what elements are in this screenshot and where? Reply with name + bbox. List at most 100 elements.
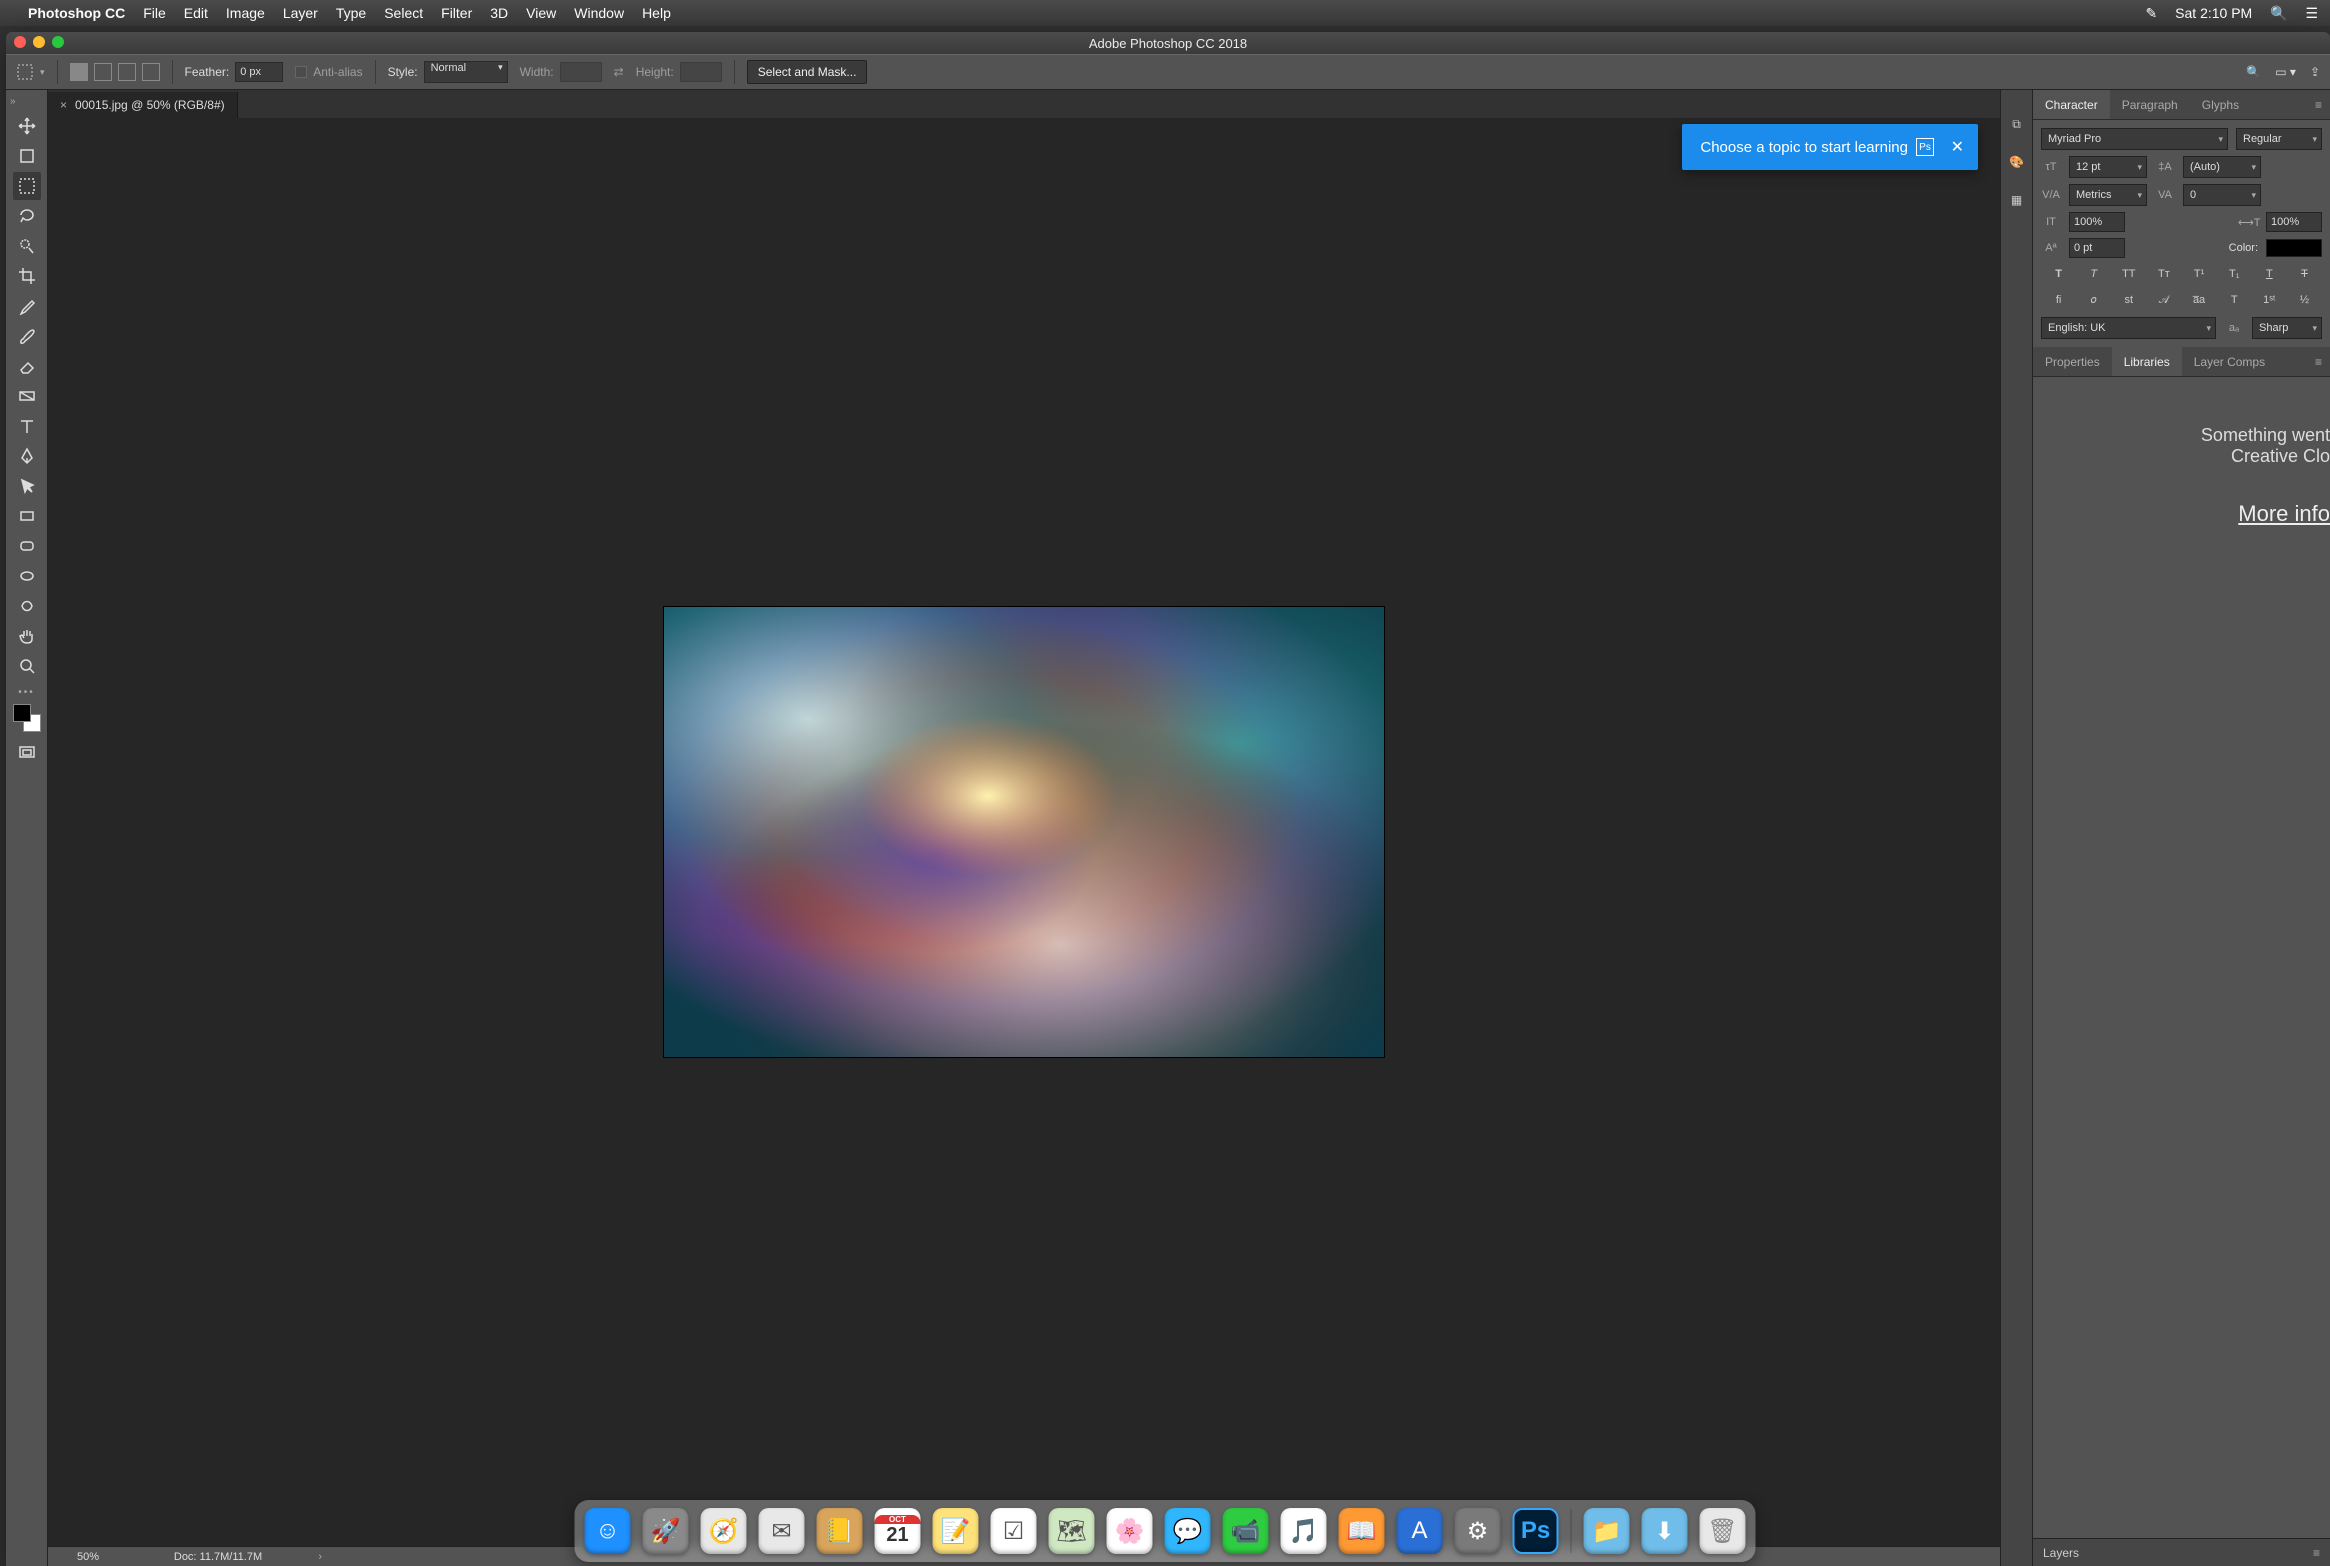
screen-mode-tool[interactable] bbox=[13, 738, 41, 766]
quick-select-tool[interactable] bbox=[13, 232, 41, 260]
dock-safari[interactable]: 🧭 bbox=[701, 1508, 747, 1554]
font-family-select[interactable]: Myriad Pro▾ bbox=[2041, 128, 2228, 150]
font-style-select[interactable]: Regular▾ bbox=[2236, 128, 2322, 150]
bold-button[interactable]: T bbox=[2049, 268, 2069, 280]
underline-button[interactable]: T bbox=[2259, 268, 2279, 280]
style-select[interactable]: Normal▾ bbox=[424, 61, 508, 83]
gradient-tool[interactable] bbox=[13, 382, 41, 410]
tab-libraries[interactable]: Libraries bbox=[2112, 347, 2182, 376]
dock-apps-folder[interactable]: 📁 bbox=[1584, 1508, 1630, 1554]
color-panel-icon[interactable]: 🎨 bbox=[2007, 152, 2027, 172]
eraser-tool[interactable] bbox=[13, 352, 41, 380]
dock-finder[interactable]: ☺ bbox=[585, 1508, 631, 1554]
tab-properties[interactable]: Properties bbox=[2033, 347, 2112, 376]
text-color-swatch[interactable] bbox=[2266, 239, 2322, 257]
marquee-tool[interactable] bbox=[13, 172, 41, 200]
ordinals-button[interactable]: 1ˢᵗ bbox=[2259, 294, 2279, 307]
dock-reminders[interactable]: ☑ bbox=[991, 1508, 1037, 1554]
panel-menu-icon[interactable]: ≡ bbox=[2307, 98, 2330, 112]
dock-maps[interactable]: 🗺 bbox=[1049, 1508, 1095, 1554]
stylistic-alt-button[interactable]: a̅a bbox=[2189, 294, 2209, 307]
menu-layer[interactable]: Layer bbox=[283, 5, 318, 21]
close-tab-icon[interactable]: × bbox=[60, 98, 67, 112]
menu-edit[interactable]: Edit bbox=[184, 5, 208, 21]
eyedropper-tool[interactable] bbox=[13, 292, 41, 320]
dock-launchpad[interactable]: 🚀 bbox=[643, 1508, 689, 1554]
baseline-input[interactable] bbox=[2069, 238, 2125, 258]
ellipse-tool[interactable] bbox=[13, 562, 41, 590]
ligatures-button[interactable]: fi bbox=[2049, 294, 2069, 307]
dock-contacts[interactable]: 📒 bbox=[817, 1508, 863, 1554]
rectangle-shape-tool[interactable] bbox=[13, 502, 41, 530]
swatches-panel-icon[interactable]: ▦ bbox=[2007, 190, 2027, 210]
menu-file[interactable]: File bbox=[143, 5, 166, 21]
contextual-alt-button[interactable]: 𝑜 bbox=[2084, 294, 2104, 307]
move-tool[interactable] bbox=[13, 112, 41, 140]
pen-tool[interactable] bbox=[13, 442, 41, 470]
menu-view[interactable]: View bbox=[526, 5, 556, 21]
tab-paragraph[interactable]: Paragraph bbox=[2110, 90, 2190, 119]
share-icon[interactable]: ⇪ bbox=[2310, 65, 2320, 79]
language-select[interactable]: English: UK▾ bbox=[2041, 317, 2216, 339]
feather-input[interactable] bbox=[235, 62, 283, 82]
dock-preferences[interactable]: ⚙ bbox=[1455, 1508, 1501, 1554]
dock-photos[interactable]: 🌸 bbox=[1107, 1508, 1153, 1554]
foreground-color-swatch[interactable] bbox=[13, 704, 31, 722]
menu-filter[interactable]: Filter bbox=[441, 5, 472, 21]
doc-info[interactable]: Doc: 11.7M/11.7M› bbox=[128, 1551, 308, 1563]
menu-image[interactable]: Image bbox=[226, 5, 265, 21]
dock-calendar[interactable]: OCT21 bbox=[875, 1508, 921, 1554]
fractions-button[interactable]: ½ bbox=[2294, 294, 2314, 307]
tab-glyphs[interactable]: Glyphs bbox=[2190, 90, 2251, 119]
brush-tool[interactable] bbox=[13, 322, 41, 350]
subscript-button[interactable]: T₁ bbox=[2224, 268, 2244, 280]
superscript-button[interactable]: T¹ bbox=[2189, 268, 2209, 280]
tool-more-icon[interactable]: ••• bbox=[18, 687, 35, 698]
select-and-mask-button[interactable]: Select and Mask... bbox=[747, 60, 868, 84]
kerning-select[interactable]: Metrics▾ bbox=[2069, 184, 2147, 206]
app-menu[interactable]: Photoshop CC bbox=[28, 5, 125, 21]
font-size-select[interactable]: 12 pt▾ bbox=[2069, 156, 2147, 178]
smallcaps-button[interactable]: Tᴛ bbox=[2154, 268, 2174, 280]
menubar-extra-icon[interactable]: ✎ bbox=[2146, 5, 2158, 21]
layers-menu-icon[interactable]: ≡ bbox=[2313, 1546, 2320, 1560]
swash-button[interactable]: 𝒜 bbox=[2154, 294, 2174, 307]
dock-mail[interactable]: ✉ bbox=[759, 1508, 805, 1554]
zoom-tool[interactable] bbox=[13, 652, 41, 680]
history-panel-icon[interactable]: ⧉ bbox=[2007, 114, 2027, 134]
dock-notes[interactable]: 📝 bbox=[933, 1508, 979, 1554]
hscale-input[interactable] bbox=[2266, 212, 2322, 232]
zoom-level[interactable]: 50% bbox=[48, 1551, 128, 1563]
discretionary-button[interactable]: st bbox=[2119, 294, 2139, 307]
path-select-tool[interactable] bbox=[13, 472, 41, 500]
menubar-list-icon[interactable]: ☰ bbox=[2305, 5, 2318, 21]
selection-mode-icons[interactable] bbox=[70, 63, 160, 81]
artboard-tool[interactable] bbox=[13, 142, 41, 170]
color-swatches[interactable] bbox=[13, 704, 41, 732]
close-window-button[interactable] bbox=[14, 36, 26, 48]
vscale-input[interactable] bbox=[2069, 212, 2125, 232]
libraries-menu-icon[interactable]: ≡ bbox=[2307, 355, 2330, 369]
spotlight-icon[interactable]: 🔍 bbox=[2270, 5, 2287, 21]
menu-window[interactable]: Window bbox=[574, 5, 624, 21]
tab-character[interactable]: Character bbox=[2033, 90, 2110, 119]
close-tooltip-button[interactable]: ✕ bbox=[1951, 137, 1964, 157]
layers-panel-header[interactable]: Layers ≡ bbox=[2033, 1538, 2330, 1566]
dock-photoshop[interactable]: Ps bbox=[1513, 1508, 1559, 1554]
italic-button[interactable]: T bbox=[2084, 268, 2104, 280]
menubar-clock[interactable]: Sat 2:10 PM bbox=[2175, 5, 2252, 21]
tab-layer-comps[interactable]: Layer Comps bbox=[2182, 347, 2277, 376]
minimize-window-button[interactable] bbox=[33, 36, 45, 48]
dock-messages[interactable]: 💬 bbox=[1165, 1508, 1211, 1554]
tool-preset-picker[interactable]: ▾ bbox=[16, 63, 45, 81]
dock-ibooks[interactable]: 📖 bbox=[1339, 1508, 1385, 1554]
antialias-select[interactable]: Sharp▾ bbox=[2252, 317, 2322, 339]
menu-select[interactable]: Select bbox=[384, 5, 423, 21]
menu-type[interactable]: Type bbox=[336, 5, 366, 21]
tracking-select[interactable]: 0▾ bbox=[2183, 184, 2261, 206]
crop-tool[interactable] bbox=[13, 262, 41, 290]
canvas[interactable]: Choose a topic to start learning Ps ✕ bbox=[48, 118, 2000, 1546]
libraries-more-info-link[interactable]: More info bbox=[2033, 501, 2330, 527]
custom-shape-tool[interactable] bbox=[13, 592, 41, 620]
hand-tool[interactable] bbox=[13, 622, 41, 650]
